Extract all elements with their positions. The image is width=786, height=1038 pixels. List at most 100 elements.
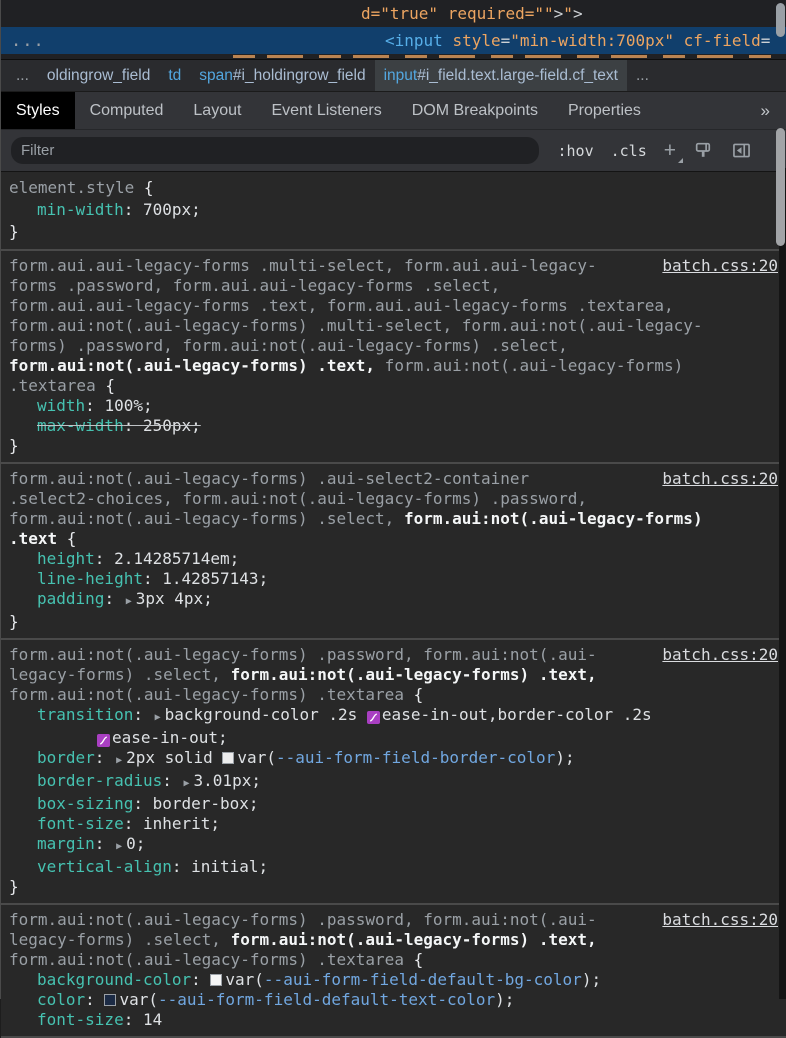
property-name[interactable]: border bbox=[37, 748, 95, 767]
tab-styles[interactable]: Styles bbox=[1, 92, 75, 129]
style-rule-rule-1: batch.css:20 form.aui.aui-legacy-forms .m… bbox=[1, 251, 786, 464]
selector-line[interactable]: legacy-forms) .select, form.aui:not(.aui… bbox=[9, 930, 778, 950]
property-name[interactable]: font-size bbox=[37, 814, 124, 833]
property-name[interactable]: color bbox=[37, 990, 85, 1009]
stylesheet-link[interactable]: batch.css:20 bbox=[662, 645, 778, 665]
declaration[interactable]: box-sizing: border-box; bbox=[9, 794, 778, 814]
selector-line[interactable]: form.aui:not(.aui-legacy-forms) .multi-s… bbox=[9, 316, 778, 336]
breadcrumb-item-0[interactable]: ... bbox=[7, 60, 38, 91]
css-variable-link[interactable]: --aui-form-field-default-text-color bbox=[158, 990, 495, 1009]
declaration[interactable]: padding: ▶ 3px 4px; bbox=[9, 589, 778, 612]
declaration[interactable]: font-size: 14 bbox=[9, 1010, 778, 1030]
breadcrumb-item-1[interactable]: oldingrow_field bbox=[38, 60, 159, 91]
property-name[interactable]: margin bbox=[37, 834, 95, 853]
property-name[interactable]: font-size bbox=[37, 1010, 124, 1029]
tab-layout[interactable]: Layout bbox=[178, 92, 256, 129]
toggle-element-state-button[interactable]: :hov bbox=[557, 142, 593, 160]
selector-line[interactable]: form.aui.aui-legacy-forms .text, form.au… bbox=[9, 296, 778, 316]
declaration[interactable]: border-radius: ▶ 3.01px; bbox=[9, 771, 778, 794]
selector-line[interactable]: forms) .password, form.aui:not(.aui-lega… bbox=[9, 336, 778, 356]
property-name[interactable]: max-width bbox=[37, 416, 124, 435]
element-classes-button[interactable]: .cls bbox=[611, 142, 647, 160]
cubic-bezier-icon[interactable] bbox=[97, 734, 110, 747]
property-name[interactable]: vertical-align bbox=[37, 857, 172, 876]
selector-line[interactable]: form.aui:not(.aui-legacy-forms) .textare… bbox=[9, 950, 778, 970]
rendering-emulations-icon[interactable] bbox=[693, 140, 714, 161]
selector-line[interactable]: .textarea { bbox=[9, 376, 778, 396]
tab-event-listeners[interactable]: Event Listeners bbox=[256, 92, 396, 129]
declaration[interactable]: margin: ▶ 0; bbox=[9, 834, 778, 857]
declaration[interactable]: min-width: 700px; bbox=[9, 199, 778, 221]
breadcrumb-item-2[interactable]: td bbox=[159, 60, 190, 91]
selector-text: legacy-forms) .select, bbox=[9, 665, 231, 684]
property-name[interactable]: width bbox=[37, 396, 85, 415]
property-name[interactable]: padding bbox=[37, 589, 104, 608]
cubic-bezier-icon[interactable] bbox=[366, 711, 380, 724]
breadcrumb-item-4[interactable]: input #i_field.text.large-field.cf_text bbox=[374, 60, 627, 91]
color-swatch[interactable] bbox=[222, 752, 235, 764]
declaration[interactable]: width: 100%; bbox=[9, 396, 778, 416]
selector-line[interactable]: form.aui:not(.aui-legacy-forms) .text, f… bbox=[9, 356, 778, 376]
property-name[interactable]: border-radius bbox=[37, 771, 162, 790]
property-name[interactable]: transition bbox=[37, 705, 133, 724]
selector-line[interactable]: batch.css:20 form.aui:not(.aui-legacy-for… bbox=[9, 910, 778, 930]
property-name[interactable]: min-width bbox=[37, 200, 124, 219]
color-swatch[interactable] bbox=[210, 974, 223, 986]
selector-line[interactable]: batch.css:20 form.aui.aui-legacy-forms .m… bbox=[9, 256, 778, 276]
expand-arrow-icon[interactable]: ▶ bbox=[114, 755, 126, 766]
sidebar-toggle-icon[interactable] bbox=[731, 140, 752, 161]
property-name[interactable]: height bbox=[37, 549, 95, 568]
stylesheet-link[interactable]: batch.css:20 bbox=[662, 469, 778, 489]
stylesheet-link[interactable]: batch.css:20 bbox=[662, 910, 778, 930]
more-items-indicator[interactable]: ... bbox=[11, 31, 45, 51]
selector-line[interactable]: .select2-choices, form.aui:not(.aui-lega… bbox=[9, 489, 778, 509]
selector-line[interactable]: element.style { bbox=[9, 177, 778, 199]
selector-line[interactable]: legacy-forms) .select, form.aui:not(.aui… bbox=[9, 665, 778, 685]
code-row-selected-input[interactable]: ... <input style = "min-width:700px" cf-fie… bbox=[1, 27, 786, 54]
declaration[interactable]: ease-in-out; bbox=[9, 728, 778, 748]
rule-close-brace[interactable]: } bbox=[9, 877, 778, 897]
stylesheet-link[interactable]: batch.css:20 bbox=[662, 256, 778, 276]
selector-line[interactable]: batch.css:20 form.aui:not(.aui-legacy-for… bbox=[9, 645, 778, 665]
styles-scrollbar-thumb[interactable] bbox=[776, 128, 785, 246]
selector-line[interactable]: .text { bbox=[9, 529, 778, 549]
css-variable-link[interactable]: --aui-form-field-border-color bbox=[276, 748, 555, 767]
tab-properties[interactable]: Properties bbox=[553, 92, 656, 129]
declaration[interactable]: font-size: inherit; bbox=[9, 814, 778, 834]
declaration[interactable]: color: var(--aui-form-field-default-text… bbox=[9, 990, 778, 1010]
declaration[interactable]: transition: ▶ background-color .2s ease-i… bbox=[9, 705, 778, 728]
rule-close-brace[interactable]: } bbox=[9, 221, 778, 243]
property-name[interactable]: box-sizing bbox=[37, 794, 133, 813]
declaration[interactable]: border: ▶ 2px solid var(--aui-form-field-… bbox=[9, 748, 778, 771]
tab-computed[interactable]: Computed bbox=[75, 92, 179, 129]
declaration[interactable]: height: 2.14285714em; bbox=[9, 549, 778, 569]
declaration[interactable]: vertical-align: initial; bbox=[9, 857, 778, 877]
tab-overflow-chevron-icon[interactable]: » bbox=[761, 101, 786, 121]
breadcrumb-item-3[interactable]: span #i_holdingrow_field bbox=[190, 60, 374, 91]
expand-arrow-icon[interactable]: ▶ bbox=[114, 841, 126, 852]
selector-text: form.aui:not(.aui-legacy-forms) .text, bbox=[230, 930, 597, 949]
expand-arrow-icon[interactable]: ▶ bbox=[153, 712, 165, 723]
property-name[interactable]: background-color bbox=[37, 970, 191, 989]
css-variable-link[interactable]: --aui-form-field-default-bg-color bbox=[264, 970, 582, 989]
rule-close-brace[interactable]: } bbox=[9, 436, 778, 456]
property-name[interactable]: line-height bbox=[37, 569, 143, 588]
declaration[interactable]: background-color: var(--aui-form-field-d… bbox=[9, 970, 778, 990]
breadcrumb-item-5[interactable]: ... bbox=[627, 60, 658, 91]
declaration[interactable]: line-height: 1.42857143; bbox=[9, 569, 778, 589]
code-row-attrs[interactable]: d="true" required="" > " > bbox=[1, 0, 786, 27]
elements-scrollbar-thumb[interactable] bbox=[776, 3, 785, 37]
expand-arrow-icon[interactable]: ▶ bbox=[182, 778, 194, 789]
new-style-rule-button[interactable]: + bbox=[664, 140, 684, 163]
expand-arrow-icon[interactable]: ▶ bbox=[124, 596, 136, 607]
rule-close-brace[interactable]: } bbox=[9, 612, 778, 632]
filter-input[interactable] bbox=[11, 137, 539, 164]
selector-line[interactable]: batch.css:20 form.aui:not(.aui-legacy-for… bbox=[9, 469, 778, 489]
styles-scrollbar-track[interactable] bbox=[779, 168, 786, 999]
selector-line[interactable]: form.aui:not(.aui-legacy-forms) .textare… bbox=[9, 685, 778, 705]
selector-line[interactable]: forms .password, form.aui.aui-legacy-for… bbox=[9, 276, 778, 296]
selector-line[interactable]: form.aui:not(.aui-legacy-forms) .select,… bbox=[9, 509, 778, 529]
color-swatch[interactable] bbox=[104, 994, 117, 1006]
tab-dom-breakpoints[interactable]: DOM Breakpoints bbox=[397, 92, 553, 129]
declaration[interactable]: max-width: 250px; bbox=[9, 416, 778, 436]
